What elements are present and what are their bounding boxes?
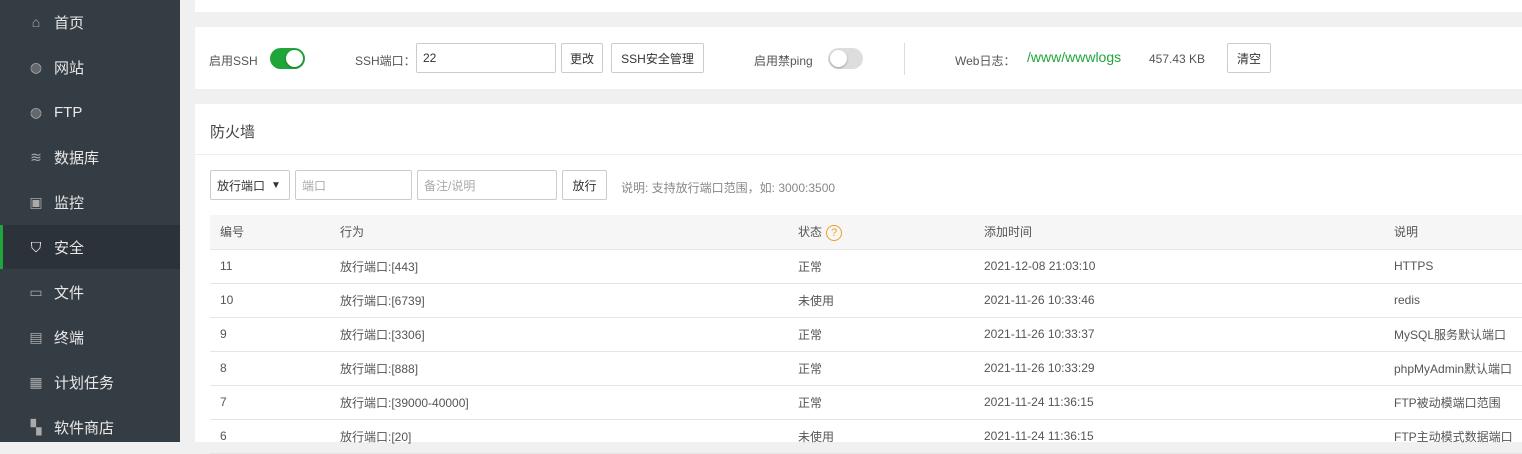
firewall-title: 防火墙 xyxy=(210,124,256,141)
table-cell: 正常 xyxy=(788,317,974,352)
table-cell: 正常 xyxy=(788,351,974,386)
port-input[interactable]: 端口 xyxy=(295,170,412,200)
ftp-icon: ◍ xyxy=(29,103,43,120)
table-cell: 放行端口:[20] xyxy=(330,419,788,454)
sidebar-item-8[interactable]: ▦ 计划任务 xyxy=(0,360,180,404)
table-cell: 未使用 xyxy=(788,283,974,318)
table-cell: 2021-11-26 10:33:46 xyxy=(974,283,1384,318)
ssh-port-input[interactable]: 22 xyxy=(416,43,556,73)
table-cell: FTP主动模式数据端口 xyxy=(1384,419,1522,454)
folder-icon: ▭ xyxy=(29,283,43,300)
rule-type-select[interactable]: 放行端口 ▼ xyxy=(210,170,290,200)
table-cell: 未使用 xyxy=(788,419,974,454)
ping-toggle[interactable] xyxy=(828,48,863,69)
table-cell: 2021-11-26 10:33:37 xyxy=(974,317,1384,352)
table-row: 8 放行端口:[888] 正常 2021-11-26 10:33:29 phpMyAdm… xyxy=(210,351,1522,386)
sidebar-item-label: 网站 xyxy=(54,59,85,77)
ping-label: 启用禁ping xyxy=(754,54,813,68)
shield-icon: ⛉ xyxy=(30,238,42,255)
ssh-manage-button[interactable]: SSH安全管理 xyxy=(611,43,704,73)
ssh-toggle[interactable] xyxy=(270,48,305,69)
sidebar-item-4[interactable]: ▣ 监控 xyxy=(0,180,180,224)
table-cell: 2021-11-24 11:36:15 xyxy=(974,385,1384,420)
monitor-icon: ▣ xyxy=(29,193,43,210)
table-cell: 放行端口:[6739] xyxy=(330,283,788,318)
note-input[interactable]: 备注/说明 xyxy=(417,170,557,200)
table-cell: 6 xyxy=(210,419,330,454)
table-row: 10 放行端口:[6739] 未使用 2021-11-26 10:33:46 redis xyxy=(210,283,1522,318)
database-icon: ≋ xyxy=(30,148,42,165)
change-port-button[interactable]: 更改 xyxy=(561,43,603,73)
top-card xyxy=(195,0,1522,12)
table-cell: phpMyAdmin默认端口 xyxy=(1384,351,1522,386)
sidebar: ⌂ 首页 ◍ 网站 ◍ FTP ≋ 数据库 ▣ 监控 ⛉ 安全 ▭ 文件 ▤ 终端 ▦ 计划任务 ▚ 软件商店 xyxy=(0,0,180,442)
table-cell: 正常 xyxy=(788,385,974,420)
table-row: 11 放行端口:[443] 正常 2021-12-08 21:03:10 HTTPS xyxy=(210,249,1522,284)
sidebar-item-label: 软件商店 xyxy=(54,419,115,437)
chevron-down-icon: ▼ xyxy=(271,179,281,191)
table-cell: 7 xyxy=(210,385,330,420)
table-row: 6 放行端口:[20] 未使用 2021-11-24 11:36:15 FTP主动模式数… xyxy=(210,419,1522,454)
table-cell: HTTPS xyxy=(1384,249,1522,284)
table-row: 9 放行端口:[3306] 正常 2021-11-26 10:33:37 MySQL服务… xyxy=(210,317,1522,352)
apps-icon: ▚ xyxy=(30,418,42,435)
column-header: 添加时间 xyxy=(974,215,1384,250)
sidebar-item-1[interactable]: ◍ 网站 xyxy=(0,45,180,89)
help-icon[interactable]: ? xyxy=(826,224,843,241)
table-cell: 2021-11-26 10:33:29 xyxy=(974,351,1384,386)
table-cell: 正常 xyxy=(788,249,974,284)
table-cell: redis xyxy=(1384,283,1522,318)
table-row: 7 放行端口:[39000-40000] 正常 2021-11-24 11:36:15… xyxy=(210,385,1522,420)
column-header: 状态? xyxy=(788,215,974,250)
clear-log-button[interactable]: 清空 xyxy=(1227,43,1271,73)
table-cell: MySQL服务默认端口 xyxy=(1384,317,1522,352)
table-cell: 2021-11-24 11:36:15 xyxy=(974,419,1384,454)
select-value: 放行端口 xyxy=(217,178,266,193)
divider xyxy=(195,154,1522,155)
firewall-table: 编号 行为 状态? 添加时间 说明 11 放行端口:[443] 正常 2021-12-08 2… xyxy=(210,215,1522,454)
ssh-port-label: SSH端口： xyxy=(355,54,416,68)
weblog-label: Web日志： xyxy=(955,54,1016,68)
table-cell: 放行端口:[3306] xyxy=(330,317,788,352)
sidebar-item-label: FTP xyxy=(54,103,83,121)
sidebar-item-label: 监控 xyxy=(54,194,85,212)
weblog-size: 457.43 KB xyxy=(1149,52,1206,66)
sidebar-item-0[interactable]: ⌂ 首页 xyxy=(0,0,180,44)
ssh-settings-card: 启用SSH SSH端口： 22 更改 SSH安全管理 启用禁ping Web日志… xyxy=(195,27,1522,89)
table-cell: 放行端口:[888] xyxy=(330,351,788,386)
home-icon: ⌂ xyxy=(31,14,41,30)
table-cell: 11 xyxy=(210,249,330,284)
column-header: 行为 xyxy=(330,215,788,250)
globe-icon: ◍ xyxy=(29,58,43,75)
port-hint: 说明: 支持放行端口范围，如: 3000:3500 xyxy=(621,181,836,195)
sidebar-item-label: 首页 xyxy=(54,14,85,32)
sidebar-item-label: 数据库 xyxy=(54,149,100,167)
terminal-icon: ▤ xyxy=(29,328,43,345)
sidebar-item-6[interactable]: ▭ 文件 xyxy=(0,270,180,314)
column-header: 说明 xyxy=(1384,215,1522,250)
table-cell: 9 xyxy=(210,317,330,352)
divider xyxy=(904,43,905,75)
sidebar-item-label: 终端 xyxy=(54,329,85,347)
sidebar-item-9[interactable]: ▚ 软件商店 xyxy=(0,405,180,449)
ssh-label: 启用SSH xyxy=(209,54,258,68)
table-cell: 放行端口:[443] xyxy=(330,249,788,284)
table-cell: 10 xyxy=(210,283,330,318)
allow-port-button[interactable]: 放行 xyxy=(562,170,607,200)
sidebar-item-7[interactable]: ▤ 终端 xyxy=(0,315,180,359)
table-cell: 放行端口:[39000-40000] xyxy=(330,385,788,420)
sidebar-item-2[interactable]: ◍ FTP xyxy=(0,90,180,134)
column-header: 编号 xyxy=(210,215,330,250)
weblog-path-link[interactable]: /www/wwwlogs xyxy=(1027,49,1121,65)
sidebar-item-5[interactable]: ⛉ 安全 xyxy=(0,225,180,269)
sidebar-item-label: 计划任务 xyxy=(54,374,115,392)
sidebar-item-label: 文件 xyxy=(54,284,85,302)
table-cell: 8 xyxy=(210,351,330,386)
sidebar-item-3[interactable]: ≋ 数据库 xyxy=(0,135,180,179)
table-cell: FTP被动模端口范围 xyxy=(1384,385,1522,420)
firewall-card: 防火墙 放行端口 ▼ 端口 备注/说明 放行 说明: 支持放行端口范围，如: 30… xyxy=(195,104,1522,454)
table-cell: 2021-12-08 21:03:10 xyxy=(974,249,1384,284)
sidebar-item-label: 安全 xyxy=(54,239,85,257)
calendar-icon: ▦ xyxy=(29,373,43,390)
